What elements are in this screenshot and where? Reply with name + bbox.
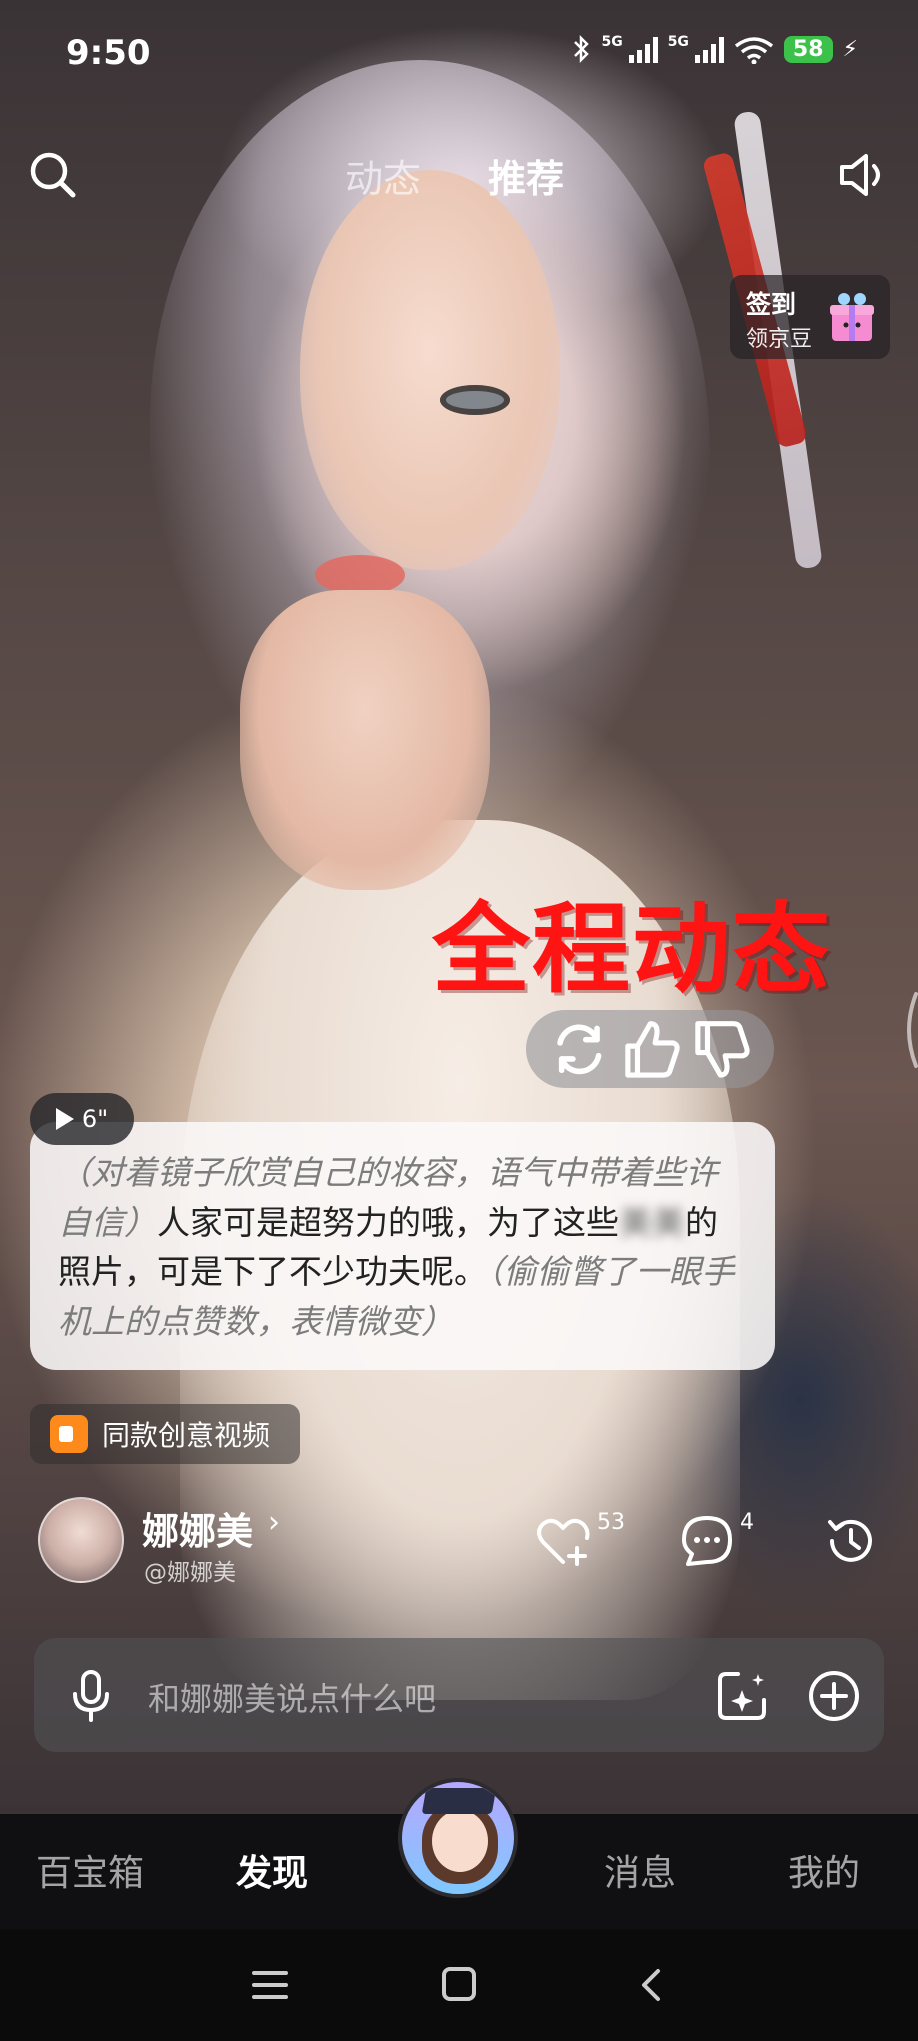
ai-image-icon[interactable]: [714, 1668, 770, 1724]
speaker-icon[interactable]: [836, 150, 892, 200]
same-creative-video-label: 同款创意视频: [102, 1419, 271, 1452]
heart-plus-icon[interactable]: [533, 1512, 593, 1568]
network-type-2: 5G: [667, 34, 689, 50]
nav-item-me[interactable]: 我的: [788, 1844, 860, 1896]
charging-icon: ⚡: [842, 36, 858, 62]
nav-item-treasure-box[interactable]: 百宝箱: [36, 1844, 144, 1896]
character-handle: @娜娜美: [144, 1560, 236, 1586]
battery-indicator: 58: [783, 35, 833, 63]
sign-in-badge[interactable]: 签到 领京豆: [730, 275, 890, 359]
nav-item-discover[interactable]: 发现: [236, 1844, 308, 1896]
signal-icon-2: [694, 35, 724, 63]
graduation-cap-icon: [421, 1788, 497, 1814]
mic-icon[interactable]: [64, 1668, 118, 1724]
avatar[interactable]: [38, 1497, 124, 1583]
photo-hand-shape: [240, 590, 490, 890]
message-input-bar: 和娜娜美说点什么吧: [34, 1638, 884, 1752]
nav-item-messages[interactable]: 消息: [604, 1844, 676, 1896]
assistant-face: [432, 1810, 488, 1872]
photo-lips-shape: [315, 555, 405, 595]
back-icon[interactable]: [632, 1965, 672, 2005]
gift-icon: [830, 293, 874, 341]
status-time: 9:50: [66, 33, 151, 73]
photo-face-shape: [300, 170, 560, 570]
plus-circle-icon[interactable]: [806, 1668, 862, 1724]
home-icon[interactable]: [440, 1965, 478, 2003]
audio-duration-pill[interactable]: 6": [30, 1093, 134, 1145]
history-icon[interactable]: [822, 1512, 880, 1570]
caption-blurred-word: 美美: [619, 1202, 685, 1242]
status-bar: 9:50 5G 5G 58 ⚡: [0, 0, 918, 110]
caption-card[interactable]: （对着镜子欣赏自己的妆容，语气中带着些许自信）人家可是超努力的哦，为了这些美美的…: [30, 1122, 775, 1370]
feedback-bar: [526, 1010, 774, 1088]
character-profile[interactable]: 娜娜美 › @娜娜美: [38, 1497, 498, 1587]
tab-recommend[interactable]: 推荐: [488, 148, 564, 203]
edge-drawer-handle[interactable]: [900, 990, 918, 1070]
network-type-1: 5G: [601, 34, 623, 50]
duration-label: 6": [81, 1105, 109, 1133]
search-icon[interactable]: [28, 150, 78, 200]
refresh-icon[interactable]: [544, 1014, 615, 1085]
caption-speech-1: 人家可是超努力的哦，为了这些: [157, 1202, 619, 1242]
status-icons: 5G 5G 58 ⚡: [571, 34, 858, 64]
chevron-right-icon: ›: [268, 1505, 280, 1540]
play-icon: [55, 1108, 74, 1130]
bluetooth-icon: [574, 34, 590, 64]
same-creative-video-button[interactable]: 同款创意视频: [30, 1404, 300, 1464]
photo-eye-shape: [440, 385, 510, 415]
signal-icon-1: [628, 35, 658, 63]
sign-in-title: 签到: [746, 290, 797, 319]
assistant-avatar-button[interactable]: [398, 1778, 518, 1898]
video-camera-icon: [50, 1415, 88, 1453]
overlay-title: 全程动态: [432, 893, 833, 1007]
thumbs-down-icon[interactable]: [685, 1014, 756, 1085]
character-name: 娜娜美: [142, 1510, 253, 1553]
message-input[interactable]: 和娜娜美说点什么吧: [148, 1674, 436, 1720]
thumbs-up-icon[interactable]: [615, 1014, 686, 1085]
menu-icon[interactable]: [250, 1967, 290, 2003]
top-navigation: 动态 推荐: [0, 140, 918, 210]
comment-icon[interactable]: [678, 1512, 736, 1568]
like-count: 53: [597, 1510, 625, 1535]
comment-count: 4: [740, 1510, 754, 1535]
wifi-icon: [734, 37, 773, 64]
sign-in-subtitle: 领京豆: [746, 327, 813, 352]
system-navigation-bar: [0, 1929, 918, 2041]
tab-dynamic[interactable]: 动态: [345, 148, 421, 203]
